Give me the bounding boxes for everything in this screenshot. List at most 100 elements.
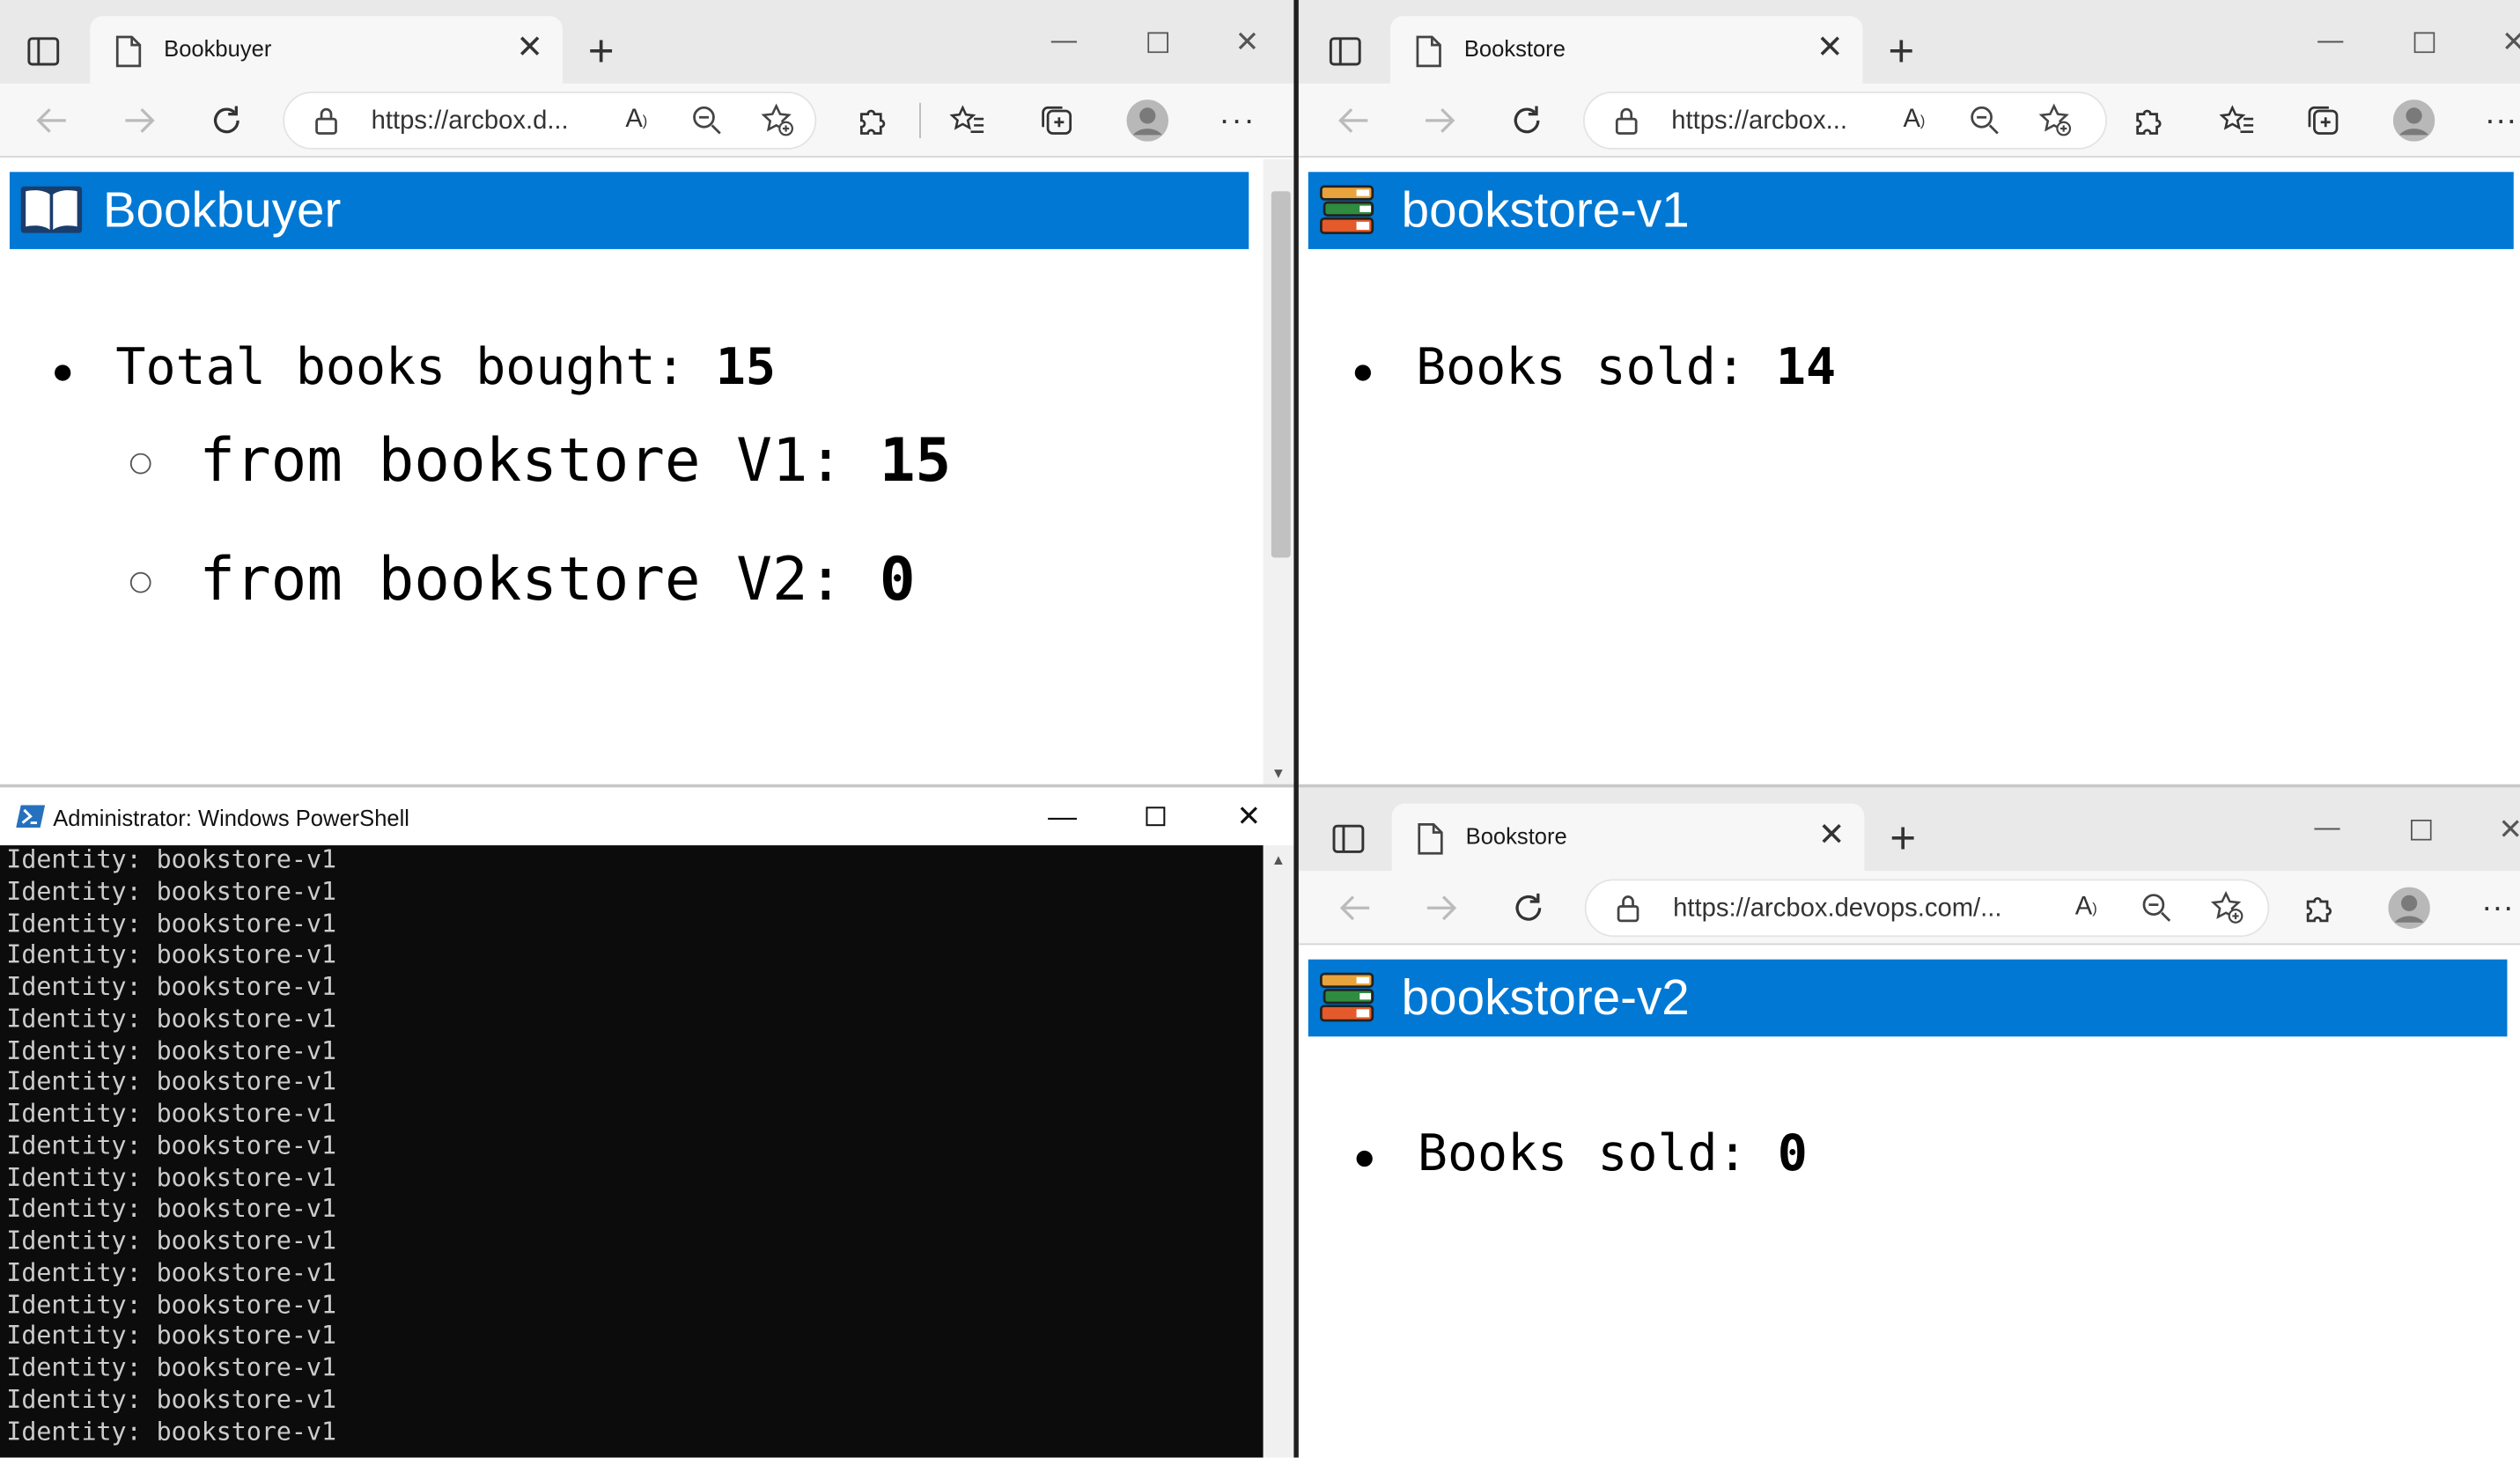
terminal-line: Identity: bookstore-v1 — [6, 940, 337, 970]
more-icon[interactable]: ··· — [2479, 889, 2517, 925]
maximize-icon[interactable] — [2401, 810, 2440, 849]
favorites-icon[interactable] — [948, 103, 987, 138]
lock-icon — [313, 106, 339, 135]
minimize-icon[interactable]: — — [1044, 23, 1083, 62]
back-icon[interactable] — [33, 103, 71, 138]
page-icon — [1418, 823, 1443, 856]
zoom-icon[interactable] — [2139, 890, 2174, 925]
read-aloud-icon[interactable]: A) — [1897, 103, 1932, 138]
tab-title: Bookstore — [1463, 35, 1566, 62]
read-aloud-icon[interactable]: A) — [619, 103, 654, 138]
books-sold-line: Books sold: 14 — [1416, 339, 1836, 397]
maximize-icon[interactable] — [1109, 787, 1202, 845]
close-icon[interactable]: ✕ — [1816, 33, 1844, 65]
toolbar-divider — [919, 102, 921, 138]
sidebar-icon[interactable] — [1328, 820, 1369, 858]
close-icon[interactable]: ✕ — [1818, 820, 1846, 852]
terminal-line: Identity: bookstore-v1 — [6, 1067, 337, 1097]
favorite-add-icon[interactable] — [2210, 890, 2245, 925]
books-stack-icon — [1318, 969, 1376, 1027]
books-sold-label: Books sold: — [1416, 339, 1776, 397]
terminal-line: Identity: bookstore-v1 — [6, 909, 337, 939]
refresh-icon[interactable] — [207, 101, 246, 140]
new-tab-icon[interactable]: + — [578, 26, 623, 76]
forward-icon[interactable] — [1422, 890, 1461, 925]
forward-icon[interactable] — [1421, 103, 1460, 138]
from-v1-line: from bookstore V1: 15 — [199, 426, 951, 495]
terminal-output[interactable]: Identity: bookstore-v1 Identity: bookstor… — [0, 845, 1264, 1458]
profile-icon[interactable] — [2387, 886, 2432, 931]
terminal-line: Identity: bookstore-v1 — [6, 845, 337, 874]
bookbuyer-page: Bookbuyer Total books bought: 15 from bo… — [0, 158, 1296, 788]
favorite-add-icon[interactable] — [2037, 103, 2073, 138]
address-bar[interactable]: https://arcbox... A) — [1582, 92, 2107, 150]
total-books-value: 15 — [715, 339, 776, 397]
total-books-line: Total books bought: 15 — [115, 339, 775, 397]
extensions-icon[interactable] — [2300, 890, 2339, 925]
address-bar[interactable]: https://arcbox.devops.com/... A) — [1584, 879, 2270, 938]
close-window-icon[interactable]: ✕ — [2491, 810, 2520, 849]
tab-strip: Bookbuyer ✕ + — ✕ — [0, 0, 1296, 84]
terminal-scrollbar[interactable]: ▲ — [1263, 845, 1296, 1458]
page-scrollbar[interactable]: ▼ — [1263, 158, 1296, 788]
browser-window-bookbuyer: Bookbuyer ✕ + — ✕ https://arcbox.d... A) — [0, 0, 1296, 788]
minimize-icon[interactable]: — — [2311, 23, 2350, 62]
scroll-down-arrow[interactable]: ▼ — [1271, 765, 1286, 781]
maximize-icon[interactable] — [1138, 23, 1176, 62]
address-bar[interactable]: https://arcbox.d... A) — [283, 92, 817, 150]
page-banner: bookstore-v2 — [1308, 959, 2508, 1037]
url-text: https://arcbox... — [1671, 107, 1847, 136]
more-icon[interactable]: ··· — [2481, 102, 2520, 138]
back-icon[interactable] — [1334, 103, 1373, 138]
extensions-icon[interactable] — [2130, 103, 2169, 138]
tab-bookbuyer[interactable]: Bookbuyer ✕ — [90, 16, 563, 84]
tab-bookstore[interactable]: Bookstore ✕ — [1391, 803, 1865, 872]
banner-title: bookstore-v2 — [1401, 968, 1690, 1026]
terminal-line: Identity: bookstore-v1 — [6, 1289, 337, 1319]
minimize-icon[interactable]: — — [1016, 787, 1109, 845]
minimize-icon[interactable]: — — [2308, 810, 2347, 849]
extensions-icon[interactable] — [853, 103, 892, 138]
forward-icon[interactable] — [121, 103, 159, 138]
refresh-icon[interactable] — [1509, 888, 1548, 927]
close-window-icon[interactable]: ✕ — [2494, 23, 2520, 62]
from-v2-value: 0 — [879, 544, 916, 615]
bullet-total — [55, 364, 71, 381]
collections-icon[interactable] — [1038, 103, 1077, 138]
terminal-line: Identity: bookstore-v1 — [6, 1384, 337, 1414]
zoom-icon[interactable] — [1967, 103, 2002, 138]
browser-toolbar: https://arcbox.d... A) ··· — [0, 83, 1296, 158]
window-split-vertical — [1293, 0, 1299, 1458]
terminal-line: Identity: bookstore-v1 — [6, 1099, 337, 1129]
sidebar-icon[interactable] — [1324, 33, 1366, 71]
maximize-icon[interactable] — [2405, 23, 2443, 62]
terminal-line: Identity: bookstore-v1 — [6, 1352, 337, 1382]
bullet-sold — [1356, 1150, 1373, 1167]
back-icon[interactable] — [1336, 890, 1374, 925]
scroll-up-arrow[interactable]: ▲ — [1271, 851, 1286, 867]
profile-icon[interactable] — [1125, 98, 1170, 143]
books-stack-icon — [1318, 181, 1376, 239]
profile-icon[interactable] — [2391, 98, 2436, 143]
close-icon[interactable]: ✕ — [516, 33, 543, 65]
terminal-line: Identity: bookstore-v1 — [6, 877, 337, 907]
more-icon[interactable]: ··· — [1219, 102, 1257, 138]
new-tab-icon[interactable]: + — [1879, 26, 1924, 76]
scrollbar-thumb[interactable] — [1271, 191, 1291, 558]
new-tab-icon[interactable]: + — [1881, 814, 1926, 864]
read-aloud-icon[interactable]: A) — [2068, 890, 2104, 925]
favorite-add-icon[interactable] — [760, 103, 795, 138]
sidebar-icon[interactable] — [23, 33, 64, 71]
from-v1-value: 15 — [879, 425, 952, 496]
terminal-line: Identity: bookstore-v1 — [6, 1417, 337, 1446]
close-window-icon[interactable]: ✕ — [1228, 23, 1267, 62]
terminal-line: Identity: bookstore-v1 — [6, 1162, 337, 1192]
tab-bookstore[interactable]: Bookstore ✕ — [1389, 16, 1863, 84]
terminal-line: Identity: bookstore-v1 — [6, 1321, 337, 1351]
close-window-icon[interactable]: ✕ — [1202, 787, 1295, 845]
zoom-icon[interactable] — [689, 103, 725, 138]
favorites-icon[interactable] — [2218, 103, 2257, 138]
banner-title: Bookbuyer — [102, 181, 342, 239]
collections-icon[interactable] — [2304, 103, 2343, 138]
refresh-icon[interactable] — [1507, 101, 1546, 140]
